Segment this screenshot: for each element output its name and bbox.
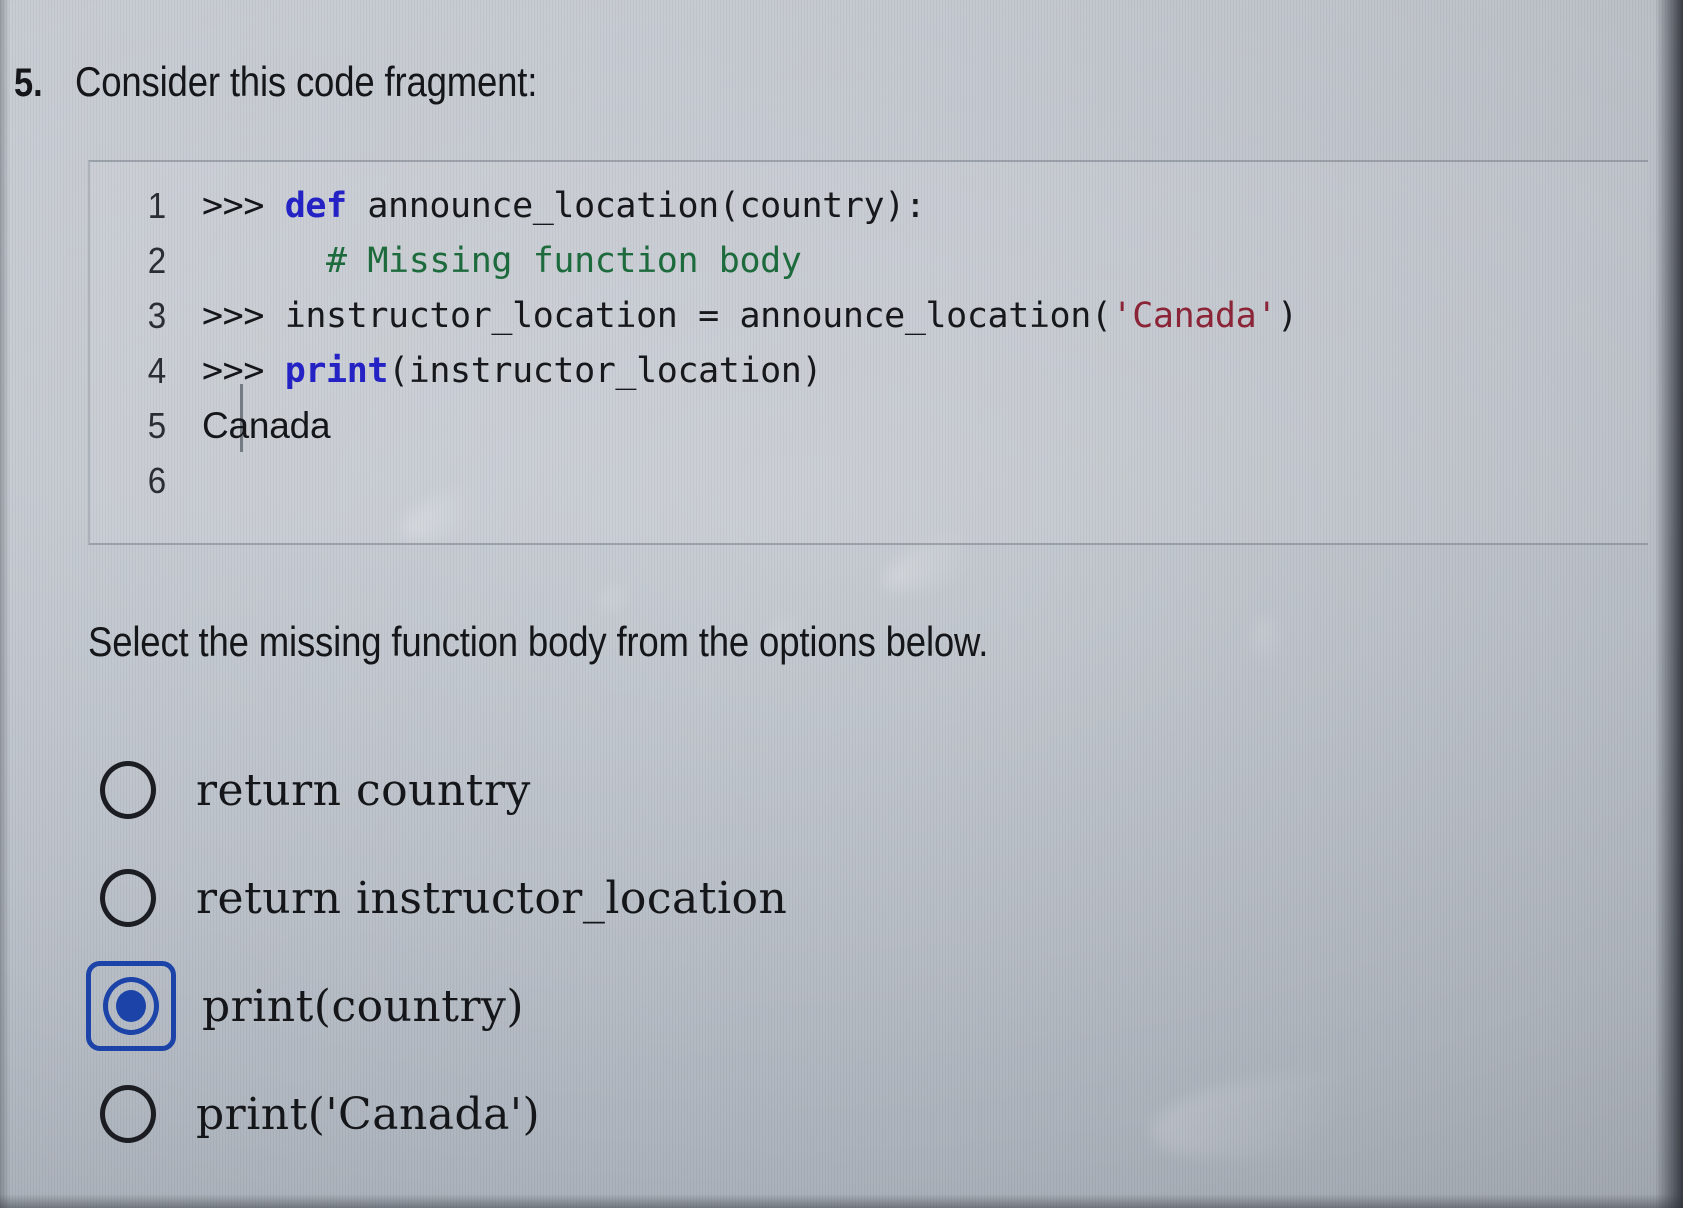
radio-button[interactable] bbox=[86, 1072, 170, 1156]
code-line: 1 >>> def announce_location(country): bbox=[90, 178, 1648, 233]
code-line: 3 >>> instructor_location = announce_loca… bbox=[90, 288, 1648, 343]
answer-options: return country return instructor_location… bbox=[86, 736, 1486, 1168]
line-number: 2 bbox=[147, 239, 167, 281]
line-number: 4 bbox=[147, 349, 167, 391]
code-token-str: 'Canada' bbox=[1111, 295, 1278, 336]
code-line: 2 # Missing function body bbox=[90, 233, 1648, 288]
quiz-content: 5. Consider this code fragment: 1 >>> def… bbox=[0, 0, 1683, 1208]
line-number: 1 bbox=[147, 184, 167, 226]
radio-button[interactable] bbox=[86, 961, 176, 1051]
code-token-kw: def bbox=[284, 185, 347, 226]
page-title: Consider this code fragment: bbox=[75, 58, 538, 105]
code-token-prompt: >>> bbox=[202, 295, 285, 336]
line-number: 5 bbox=[147, 404, 167, 446]
question-number: 5. bbox=[14, 61, 43, 105]
radio-button[interactable] bbox=[86, 748, 170, 832]
option-label[interactable]: print('Canada') bbox=[196, 1089, 540, 1140]
radio-empty-icon[interactable] bbox=[100, 869, 156, 927]
option-row[interactable]: return country bbox=[86, 736, 1486, 844]
code-line: 5 Canada bbox=[90, 398, 1648, 453]
code-line: 6 bbox=[90, 453, 1648, 508]
code-token-plain: ) bbox=[1276, 295, 1298, 336]
option-row[interactable]: print(country) bbox=[86, 952, 1486, 1060]
code-token-plain: instructor_location = announce_location( bbox=[284, 295, 1112, 336]
radio-empty-icon[interactable] bbox=[100, 1085, 156, 1143]
option-row[interactable]: return instructor_location bbox=[86, 844, 1486, 952]
code-token-builtin: print bbox=[284, 350, 389, 391]
code-token-plain: (instructor_location) bbox=[388, 350, 823, 391]
code-line-text: >>> def announce_location(country): bbox=[202, 186, 926, 226]
code-line-text: >>> print(instructor_location) bbox=[202, 350, 823, 391]
code-token-comment: # Missing function body bbox=[202, 240, 802, 281]
code-token-prompt: >>> bbox=[202, 185, 285, 226]
line-number: 6 bbox=[147, 459, 167, 501]
option-label[interactable]: return country bbox=[196, 765, 531, 816]
option-label[interactable]: print(country) bbox=[202, 981, 524, 1032]
code-token-output: Canada bbox=[202, 404, 331, 446]
question-heading: 5. Consider this code fragment: bbox=[14, 58, 607, 106]
code-line-text: # Missing function body bbox=[202, 240, 802, 281]
screen-photo: 5. Consider this code fragment: 1 >>> def… bbox=[0, 0, 1683, 1208]
line-number: 3 bbox=[147, 294, 167, 336]
option-label[interactable]: return instructor_location bbox=[196, 873, 787, 924]
code-block: 1 >>> def announce_location(country): 2 # … bbox=[88, 160, 1648, 545]
radio-selected-icon[interactable] bbox=[103, 977, 159, 1035]
option-row[interactable]: print('Canada') bbox=[86, 1060, 1486, 1168]
code-line: 4 >>> print(instructor_location) bbox=[90, 343, 1648, 398]
instruction-text: Select the missing function body from th… bbox=[88, 618, 989, 665]
code-line-text: >>> instructor_location = announce_locat… bbox=[202, 296, 1298, 336]
code-lines: 1 >>> def announce_location(country): 2 # … bbox=[90, 178, 1648, 508]
code-token-prompt: >>> bbox=[202, 350, 285, 391]
radio-button[interactable] bbox=[86, 856, 170, 940]
code-line-text: Canada bbox=[202, 404, 331, 447]
code-token-plain: announce_location(country): bbox=[346, 185, 926, 226]
radio-empty-icon[interactable] bbox=[100, 761, 156, 819]
